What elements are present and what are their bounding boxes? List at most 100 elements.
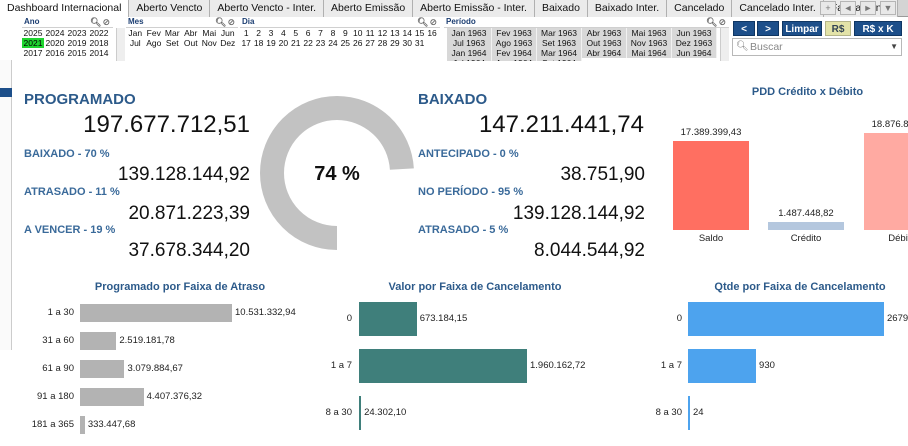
- filter-value-dia-21[interactable]: 21: [290, 38, 302, 48]
- tab-cancelado-inter[interactable]: Cancelado Inter.: [732, 0, 824, 17]
- filter-value-periodo-jan-1964[interactable]: Jan 1964: [447, 48, 492, 58]
- search-icon[interactable]: 🔍︎: [215, 17, 227, 27]
- bar-2-0[interactable]: [688, 302, 884, 336]
- filter-value-mes-fev[interactable]: Fev: [145, 28, 164, 38]
- clear-icon[interactable]: ⊘: [227, 17, 236, 27]
- filter-value-dia-4[interactable]: 4: [277, 28, 289, 38]
- bar-1-0[interactable]: [359, 302, 417, 336]
- bar-0-1-a-30[interactable]: [80, 304, 232, 322]
- rs-button[interactable]: R$: [825, 21, 851, 36]
- filter-value-periodo-fev-1964[interactable]: Fev 1964: [492, 48, 537, 58]
- add-tab-icon[interactable]: +: [820, 1, 836, 15]
- filter-value-dia-23[interactable]: 23: [314, 38, 326, 48]
- chevron-down-icon[interactable]: ▼: [890, 39, 898, 55]
- filter-value-ano-2020[interactable]: 2020: [44, 38, 66, 48]
- filter-value-periodo-set-1964[interactable]: Set 1964: [537, 58, 582, 61]
- tab-aberto-vencto[interactable]: Aberto Vencto: [129, 0, 211, 17]
- filter-value-dia-10[interactable]: 10: [352, 28, 364, 38]
- filter-value-periodo-jan-1963[interactable]: Jan 1963: [447, 28, 492, 38]
- filter-value-mes-abr[interactable]: Abr: [182, 28, 201, 38]
- filter-value-periodo-mar-1964[interactable]: Mar 1964: [537, 48, 582, 58]
- filter-value-dia-7[interactable]: 7: [314, 28, 326, 38]
- filter-value-periodo-set-1963[interactable]: Set 1963: [537, 38, 582, 48]
- filter-value-dia-20[interactable]: 20: [277, 38, 289, 48]
- filter-value-periodo-ago-1964[interactable]: Ago 1964: [492, 58, 537, 61]
- filter-value-ano-2018[interactable]: 2018: [88, 38, 110, 48]
- filter-value-dia-16[interactable]: 16: [426, 28, 438, 38]
- search-icon[interactable]: 🔍︎: [90, 17, 102, 27]
- filter-value-mes-dez[interactable]: Dez: [219, 38, 238, 48]
- filter-value-dia-8[interactable]: 8: [327, 28, 339, 38]
- tab-aberto-emissao-inter[interactable]: Aberto Emissão - Inter.: [413, 0, 535, 17]
- filter-value-periodo-mai-1964[interactable]: Mai 1964: [627, 48, 672, 58]
- bar-0-61-a-90[interactable]: [80, 360, 125, 378]
- filter-value-dia-2[interactable]: 2: [252, 28, 264, 38]
- filter-value-dia-30[interactable]: 30: [401, 38, 413, 48]
- filter-value-periodo-fev-1963[interactable]: Fev 1963: [492, 28, 537, 38]
- filter-value-dia-17[interactable]: 17: [240, 38, 252, 48]
- tab-baixado-inter[interactable]: Baixado Inter.: [587, 0, 668, 17]
- tab-cancelado[interactable]: Cancelado: [667, 0, 733, 17]
- filter-value-ano-2016[interactable]: 2016: [44, 48, 66, 58]
- left-panel-button[interactable]: [0, 88, 12, 97]
- pdd-bar-saldo[interactable]: [673, 140, 749, 230]
- filter-value-ano-2017[interactable]: 2017: [22, 48, 44, 58]
- mes-scrollbar[interactable]: [116, 28, 125, 61]
- mes-listbox[interactable]: Mes 🔍︎⊘ Jan Fev Mar Abr Mai Jun Jul Ago Set Out No…: [116, 17, 238, 61]
- search-icon[interactable]: 🔍︎: [417, 17, 429, 27]
- filter-value-dia-11[interactable]: 11: [364, 28, 376, 38]
- tab-dashboard-internacional[interactable]: Dashboard Internacional: [0, 0, 130, 17]
- bar-0-91-a-180[interactable]: [80, 388, 144, 406]
- filter-value-dia-28[interactable]: 28: [376, 38, 388, 48]
- tab-list-icon[interactable]: ▼: [880, 1, 896, 15]
- filter-value-mes-jul[interactable]: Jul: [126, 38, 145, 48]
- tab-aberto-vencto-inter[interactable]: Aberto Vencto - Inter.: [210, 0, 325, 17]
- filter-value-dia-27[interactable]: 27: [364, 38, 376, 48]
- filter-value-dia-12[interactable]: 12: [376, 28, 388, 38]
- filter-value-dia-29[interactable]: 29: [389, 38, 401, 48]
- clear-icon[interactable]: ⊘: [718, 17, 727, 27]
- filter-value-periodo-dez-1963[interactable]: Dez 1963: [672, 38, 717, 48]
- filter-value-ano-2023[interactable]: 2023: [66, 28, 88, 38]
- bar-0-31-a-60[interactable]: [80, 332, 117, 350]
- filter-value-ano-2014[interactable]: 2014: [88, 48, 110, 58]
- bar-0-181-a-365[interactable]: [80, 416, 85, 434]
- filter-value-mes-out[interactable]: Out: [182, 38, 201, 48]
- filter-value-ano-2021[interactable]: 2021: [22, 38, 44, 48]
- filter-value-dia-15[interactable]: 15: [413, 28, 425, 38]
- tab-aberto-emissao[interactable]: Aberto Emissão: [324, 0, 414, 17]
- limpar-button[interactable]: Limpar: [782, 21, 822, 36]
- filter-value-mes-mar[interactable]: Mar: [163, 28, 182, 38]
- filter-value-periodo-jul-1964[interactable]: Jul 1964: [447, 58, 492, 61]
- filter-value-ano-2019[interactable]: 2019: [66, 38, 88, 48]
- prev-button[interactable]: <: [733, 21, 755, 36]
- bar-1-8-a-30[interactable]: [359, 396, 362, 430]
- clear-icon[interactable]: ⊘: [102, 17, 111, 27]
- filter-value-dia-18[interactable]: 18: [252, 38, 264, 48]
- filter-value-dia-14[interactable]: 14: [401, 28, 413, 38]
- filter-value-ano-2025[interactable]: 2025: [22, 28, 44, 38]
- filter-value-ano-2024[interactable]: 2024: [44, 28, 66, 38]
- rs-x-k-button[interactable]: R$ x K: [854, 21, 902, 36]
- tab-scroll-left-icon[interactable]: ◄: [840, 1, 856, 15]
- filter-value-periodo-ago-1963[interactable]: Ago 1963: [492, 38, 537, 48]
- clear-icon[interactable]: ⊘: [429, 17, 438, 27]
- filter-value-dia-6[interactable]: 6: [302, 28, 314, 38]
- filter-value-dia-26[interactable]: 26: [352, 38, 364, 48]
- filter-value-dia-13[interactable]: 13: [389, 28, 401, 38]
- filter-value-mes-ago[interactable]: Ago: [145, 38, 164, 48]
- filter-value-dia-31[interactable]: 31: [413, 38, 425, 48]
- filter-value-dia-22[interactable]: 22: [302, 38, 314, 48]
- filter-value-periodo-out-1963[interactable]: Out 1963: [582, 38, 627, 48]
- filter-value-periodo-mar-1963[interactable]: Mar 1963: [537, 28, 582, 38]
- filter-value-mes-jun[interactable]: Jun: [219, 28, 238, 38]
- filter-value-dia-1[interactable]: 1: [240, 28, 252, 38]
- filter-value-periodo-mai-1963[interactable]: Mai 1963: [627, 28, 672, 38]
- bar-2-8-a-30[interactable]: [688, 396, 690, 430]
- filter-value-mes-set[interactable]: Set: [163, 38, 182, 48]
- next-button[interactable]: >: [757, 21, 779, 36]
- filter-value-periodo-jun-1963[interactable]: Jun 1963: [672, 28, 717, 38]
- pdd-bar-credito[interactable]: [768, 222, 844, 230]
- ano-listbox[interactable]: Ano 🔍︎⊘ 2025 2024 2023 2022 2021 2020 2019 2018…: [22, 17, 113, 61]
- filter-value-dia-3[interactable]: 3: [265, 28, 277, 38]
